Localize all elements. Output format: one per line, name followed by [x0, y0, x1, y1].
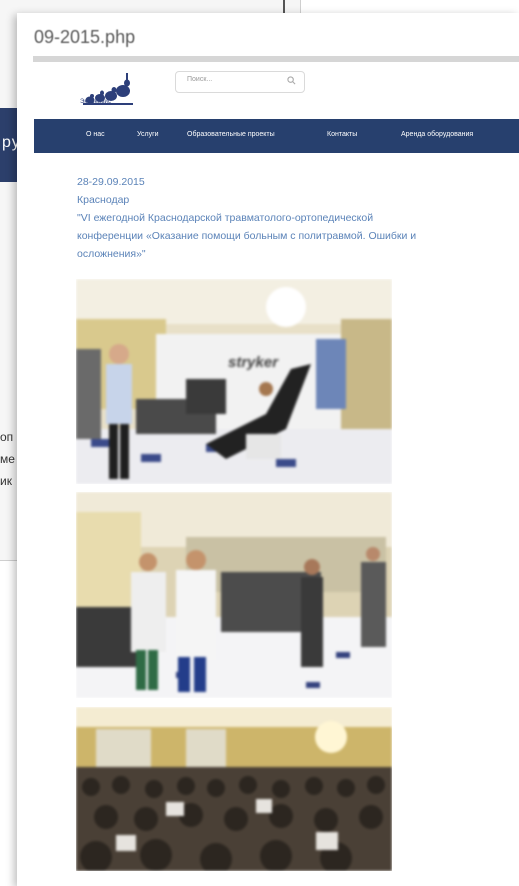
article-title-line-3: осложнения»" — [77, 248, 146, 260]
nav-item-about[interactable]: О нас — [86, 131, 105, 138]
main-nav: О нас Услуги Образовательные проекты Кон… — [34, 119, 519, 153]
article-date: 28-29.09.2015 — [77, 176, 145, 188]
file-title: 09-2015.php — [34, 27, 136, 47]
photo-conference-hall — [76, 492, 392, 698]
article-city: Краснодар — [77, 194, 130, 206]
nav-item-contacts[interactable]: Контакты — [327, 131, 357, 138]
nav-item-equipment-rental[interactable]: Аренда оборудования — [401, 131, 473, 138]
logo-text: ЭкоСервис — [80, 99, 111, 105]
article-title-line-1: "VI ежегодной Краснодарской травматолого… — [77, 212, 374, 224]
search-placeholder: Поиск... — [187, 76, 213, 83]
photo-exhibition-booth: stryker — [76, 279, 392, 484]
article: 28-29.09.2015 Краснодар "VI ежегодной Кр… — [77, 173, 517, 263]
header-divider — [33, 56, 519, 62]
search-icon[interactable] — [287, 76, 296, 85]
nav-item-education[interactable]: Образовательные проекты — [187, 131, 275, 138]
search-input[interactable]: Поиск... — [175, 71, 305, 93]
nav-item-services[interactable]: Услуги — [137, 131, 159, 138]
background-divider — [283, 0, 285, 14]
preview-window: 09-2015.php ЭкоСервис Поиск... О нас Усл… — [17, 13, 519, 886]
photo-brand-text: stryker — [228, 354, 279, 371]
photo-lecture-audience — [76, 707, 392, 871]
article-title-line-2: конференции «Оказание помощи больным с п… — [77, 230, 417, 242]
